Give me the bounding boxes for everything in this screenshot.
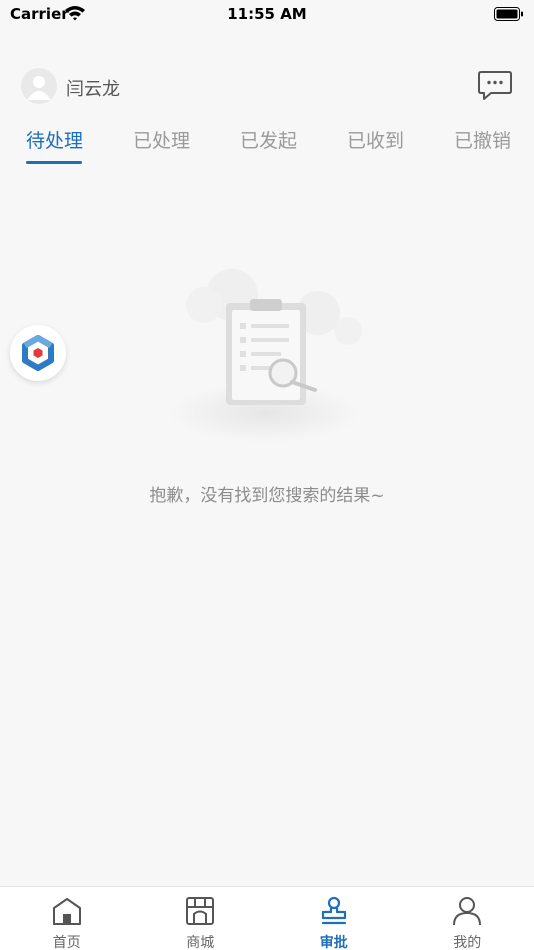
tab-revoked[interactable]: 已撤销 [454, 126, 511, 153]
empty-clipboard-icon [169, 269, 362, 443]
tab-pending[interactable]: 待处理 [26, 126, 83, 153]
user-icon [453, 897, 482, 926]
username: 闫云龙 [66, 79, 120, 100]
nav-store[interactable]: 商城 [134, 887, 268, 950]
nav-approval[interactable]: 审批 [267, 887, 401, 950]
home-icon [52, 898, 81, 925]
nav-home[interactable]: 首页 [0, 887, 134, 950]
hexagon-logo-icon [22, 335, 54, 371]
status-time: 11:55 AM [227, 5, 307, 23]
battery-icon [494, 7, 523, 21]
nav-approval-label: 审批 [319, 935, 348, 950]
nav-profile-label: 我的 [453, 935, 482, 950]
nav-profile[interactable]: 我的 [401, 887, 534, 950]
bottom-nav: 首页 商城 审批 我的 [0, 886, 534, 950]
floating-logo-button[interactable] [10, 325, 66, 381]
header: 闫云龙 [0, 60, 534, 112]
tab-initiated[interactable]: 已发起 [240, 126, 297, 153]
stamp-icon [321, 896, 346, 925]
tab-active-indicator [26, 161, 82, 164]
avatar[interactable] [21, 68, 57, 104]
tab-processed[interactable]: 已处理 [133, 126, 190, 153]
store-icon [186, 897, 215, 925]
approval-screen: Carrier 11:55 AM 闫云龙 待处理 已处理 已发起 已收到 已撤销… [0, 0, 534, 950]
message-icon[interactable] [477, 70, 513, 102]
status-bar: Carrier 11:55 AM [0, 0, 534, 30]
tab-received[interactable]: 已收到 [347, 126, 404, 153]
avatar-person-icon [27, 76, 51, 100]
nav-home-label: 首页 [52, 935, 81, 950]
tab-bar: 待处理 已处理 已发起 已收到 已撤销 [0, 122, 534, 168]
empty-state-message: 抱歉，没有找到您搜索的结果~ [149, 486, 385, 506]
nav-store-label: 商城 [186, 935, 215, 950]
